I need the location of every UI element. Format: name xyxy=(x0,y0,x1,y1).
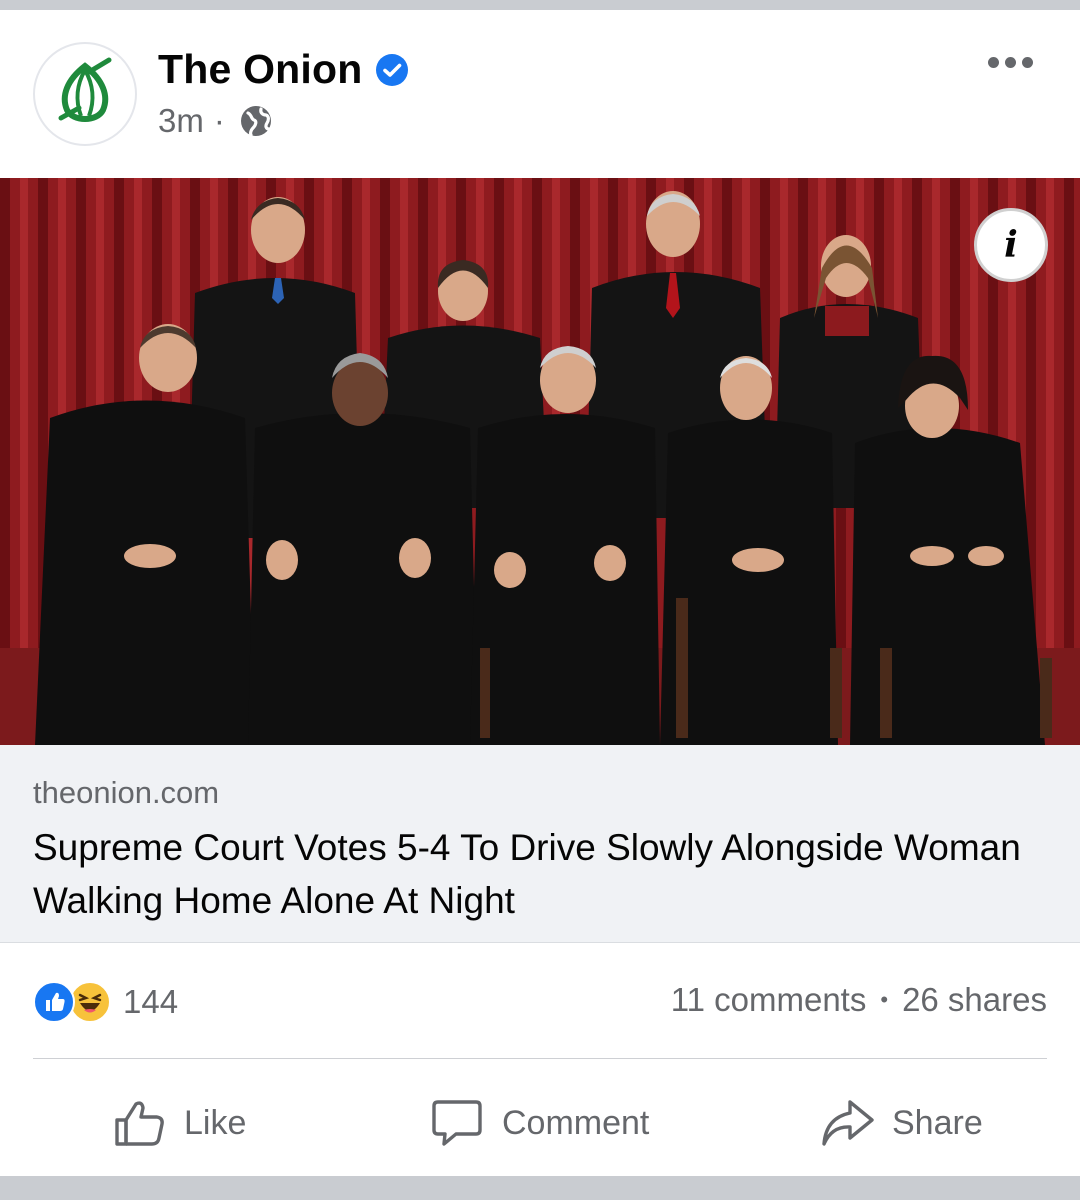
share-button[interactable]: Share xyxy=(820,1080,983,1166)
more-dot xyxy=(1021,56,1033,68)
info-label: i xyxy=(1004,224,1018,266)
globe-icon xyxy=(240,106,271,137)
thumbs-up-icon xyxy=(115,1101,164,1146)
verified-badge-icon xyxy=(375,53,408,86)
shares-count[interactable]: 26 shares xyxy=(902,981,1047,1019)
post-card: The Onion 3m · i theonion.com Supreme Co… xyxy=(0,10,1080,1176)
comment-bubble-icon xyxy=(432,1100,482,1146)
divider xyxy=(33,1058,1047,1059)
link-headline: Supreme Court Votes 5-4 To Drive Slowly … xyxy=(33,827,1021,921)
post-meta: 3m · xyxy=(158,102,273,140)
haha-reaction-icon xyxy=(69,981,111,1023)
link-domain: theonion.com xyxy=(33,775,220,810)
post-timestamp[interactable]: 3m xyxy=(158,102,204,140)
like-button[interactable]: Like xyxy=(112,1080,246,1166)
link-preview-image[interactable] xyxy=(0,178,1080,745)
share-arrow-icon xyxy=(822,1100,874,1146)
page-avatar[interactable] xyxy=(33,42,137,146)
page-name[interactable]: The Onion xyxy=(158,46,363,93)
info-icon[interactable]: i xyxy=(974,208,1048,282)
feed-separator-bottom xyxy=(0,1176,1080,1200)
reactions-summary[interactable]: 144 xyxy=(33,981,178,1023)
like-label: Like xyxy=(184,1103,247,1142)
meta-separator: · xyxy=(213,102,225,139)
post-actions: Like Comment Share xyxy=(0,1080,1080,1166)
reaction-count: 144 xyxy=(123,983,179,1020)
feed-separator-top xyxy=(0,0,1080,10)
page-name-row: The Onion xyxy=(158,46,409,93)
more-dot xyxy=(1004,56,1016,68)
supreme-court-photo xyxy=(0,178,1080,745)
comments-count[interactable]: 11 comments xyxy=(671,981,867,1019)
comment-label: Comment xyxy=(502,1103,650,1142)
more-horizontal-icon[interactable] xyxy=(984,50,1036,74)
share-label: Share xyxy=(892,1103,983,1142)
comment-button[interactable]: Comment xyxy=(430,1080,649,1166)
link-preview[interactable]: theonion.com Supreme Court Votes 5-4 To … xyxy=(0,745,1080,943)
count-separator: • xyxy=(880,987,889,1012)
like-reaction-icon xyxy=(33,981,75,1023)
more-dot xyxy=(987,56,999,68)
onion-logo-icon xyxy=(58,57,112,122)
engagement-counts: 11 comments • 26 shares xyxy=(671,981,1047,1019)
